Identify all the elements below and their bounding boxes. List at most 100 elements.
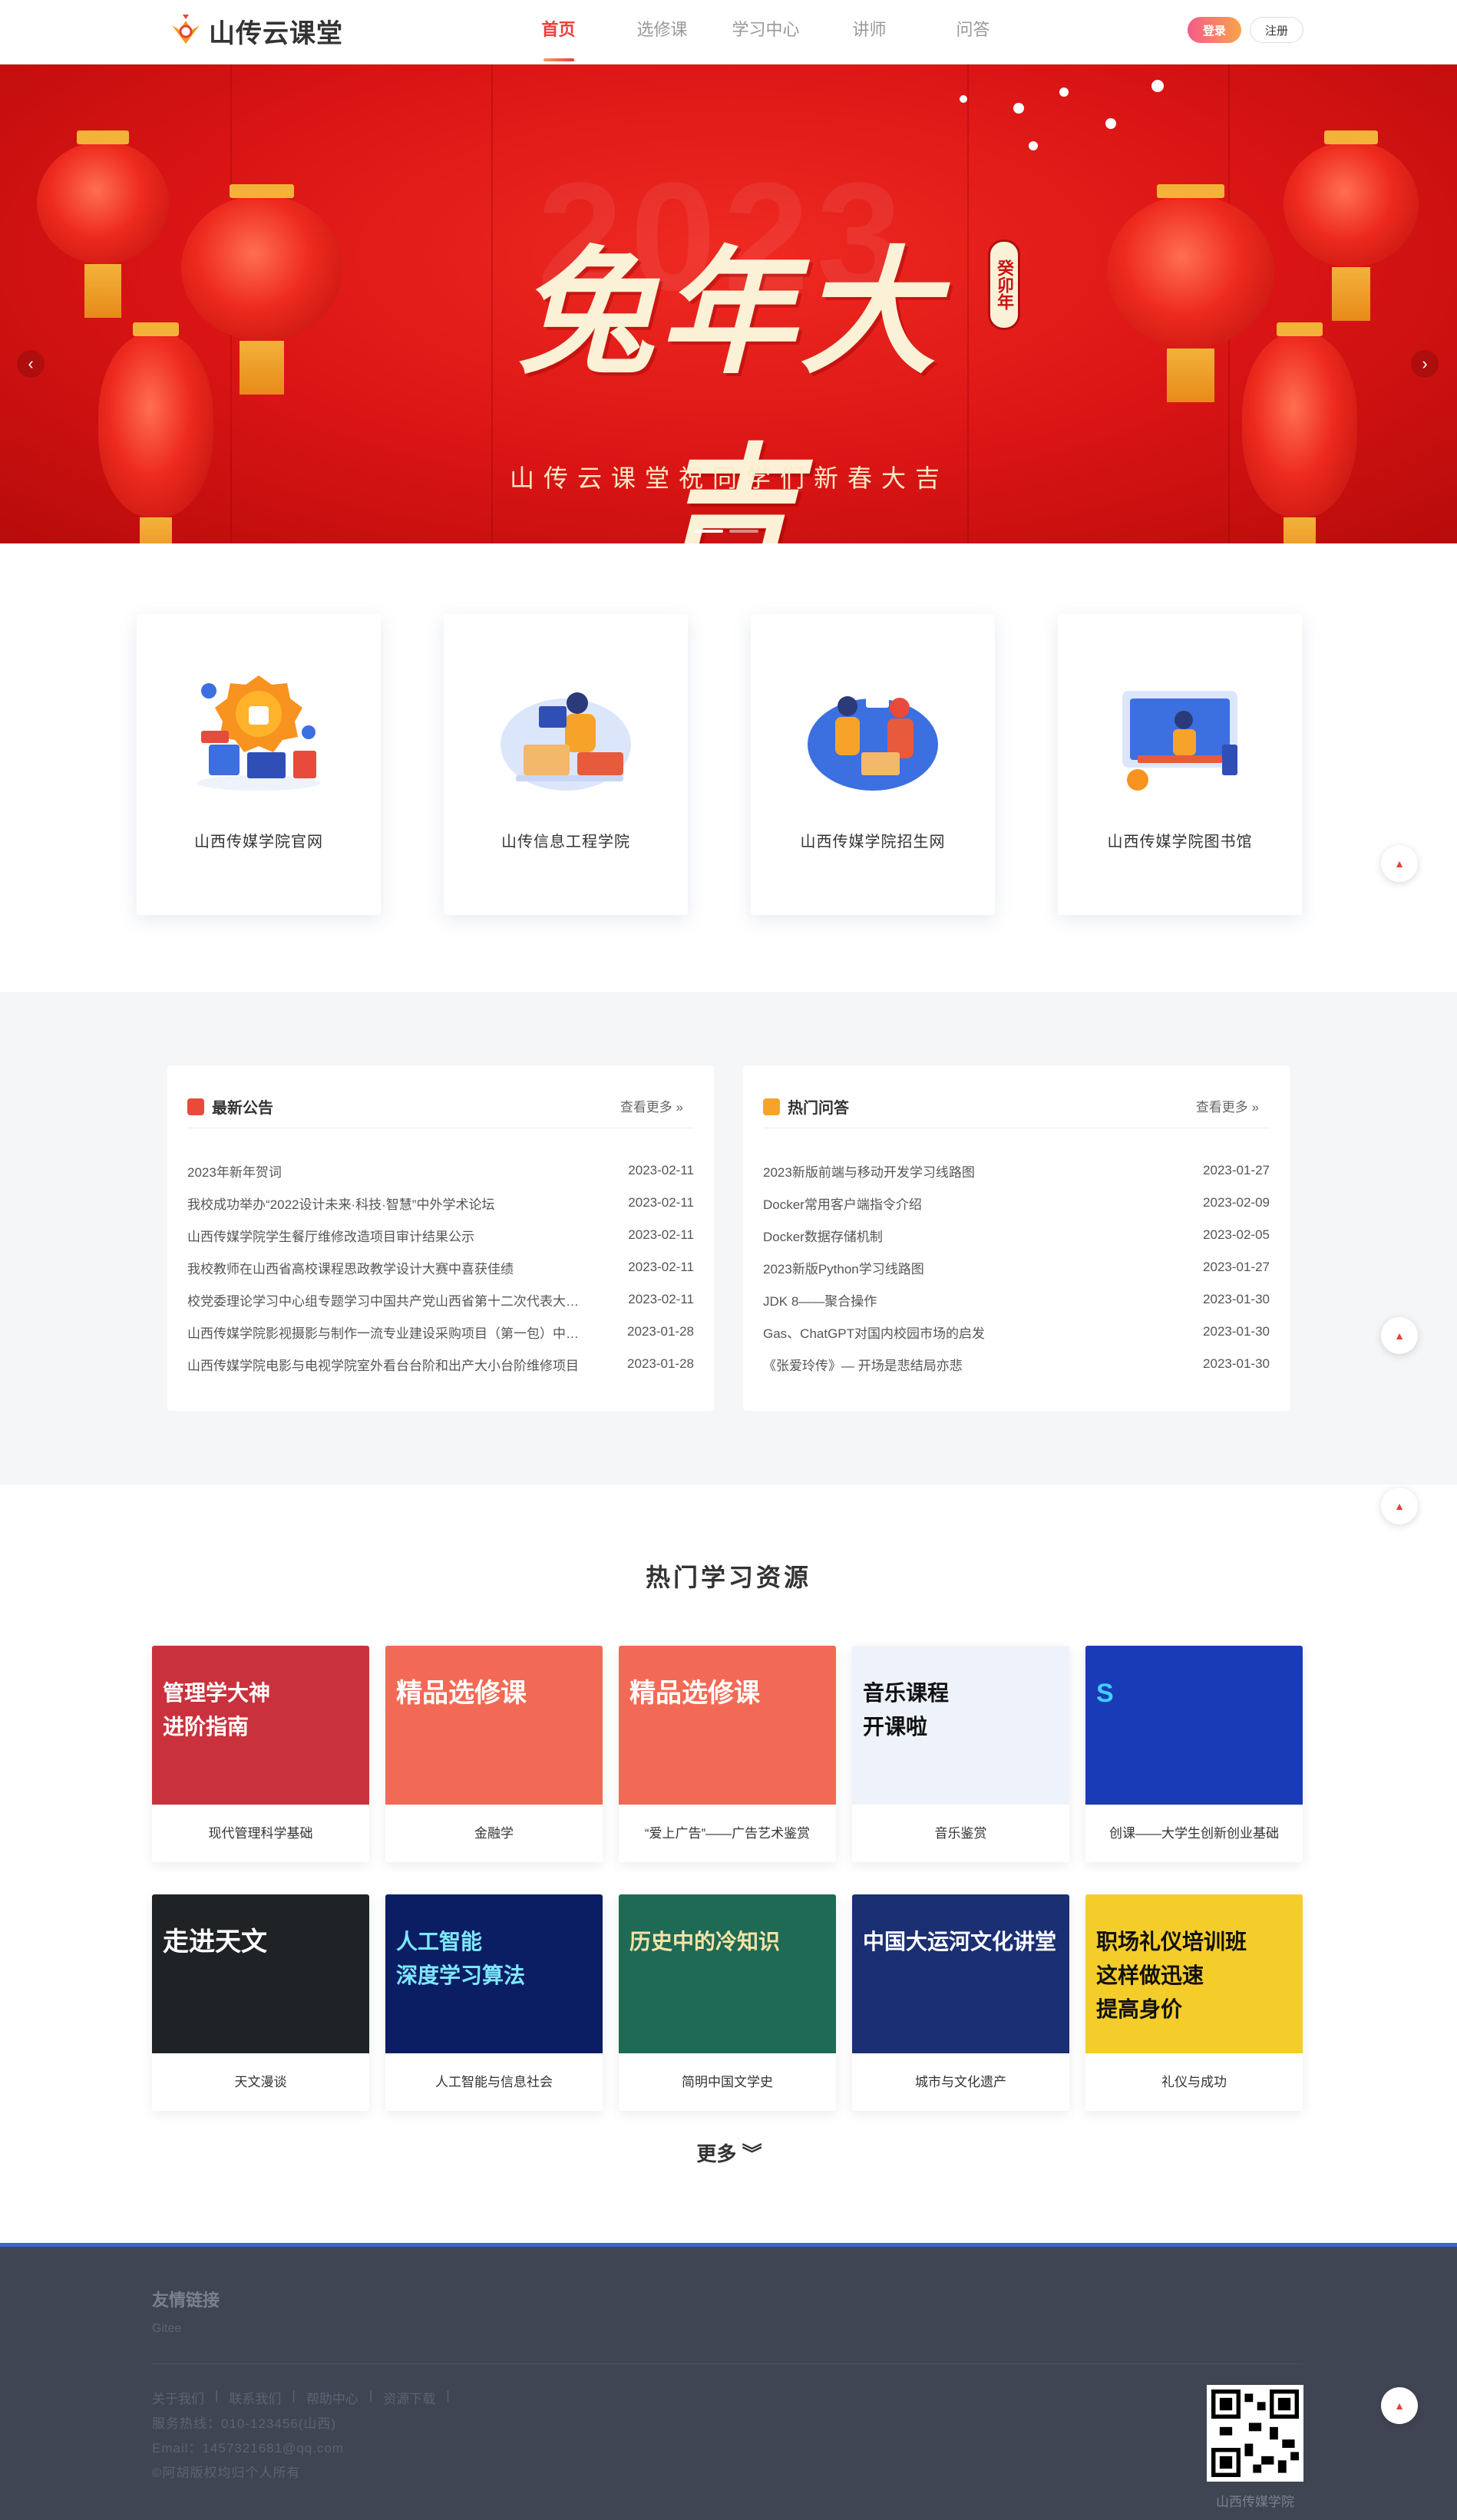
top-header: 山传云课堂 首页 选修课 学习中心 讲师 问答 登录 注册 bbox=[0, 0, 1457, 64]
resource-card[interactable]: 音乐课程 开课啦 音乐鉴赏 bbox=[852, 1646, 1069, 1862]
item-title: 我校成功举办“2022设计未来·科技·智慧”中外学术论坛 bbox=[187, 1197, 495, 1212]
list-item[interactable]: Gas、ChatGPT对国内校园市场的启发 2023-01-30 bbox=[763, 1316, 1270, 1348]
item-date: 2023-01-30 bbox=[1203, 1324, 1270, 1339]
panel-header: 热门问答 查看更多 » bbox=[763, 1085, 1270, 1128]
hot-qa-panel: 热门问答 查看更多 » 2023新版前端与移动开发学习线路图 2023-01-27… bbox=[743, 1065, 1290, 1411]
resource-card[interactable]: 精品选修课 金融学 bbox=[385, 1646, 603, 1862]
register-button[interactable]: 注册 bbox=[1250, 17, 1303, 43]
resource-card[interactable]: 管理学大神 进阶指南 现代管理科学基础 bbox=[152, 1646, 369, 1862]
item-title: 山西传媒学院电影与电视学院室外看台台阶和出产大小台阶维修项目 bbox=[187, 1358, 579, 1373]
resource-card[interactable]: 中国大运河文化讲堂 城市与文化遗产 bbox=[852, 1894, 1069, 2111]
about-link[interactable]: 关于我们 bbox=[152, 2388, 204, 2407]
resource-card[interactable]: 人工智能 深度学习算法人工智能与信息社会 bbox=[385, 1894, 603, 2111]
hero-banner[interactable]: 2023 兔年大吉 癸卯年 山传云课堂祝同学们新春大吉 ‹ › bbox=[0, 64, 1457, 543]
back-to-top-icon[interactable]: ▲ bbox=[1381, 1317, 1418, 1354]
banner-dot[interactable] bbox=[729, 530, 758, 533]
resource-cover: 精品选修课 bbox=[385, 1646, 603, 1805]
resource-card[interactable]: S 创课——大学生创新创业基础 bbox=[1085, 1646, 1303, 1862]
list-item[interactable]: Docker常用客户端指令介绍 2023-02-09 bbox=[763, 1187, 1270, 1219]
nav-home[interactable]: 首页 bbox=[507, 0, 610, 64]
site-footer: 友情链接 Gitee 关于我们 | 联系我们 | 帮助中心 | 资源下载 | 服… bbox=[0, 2243, 1457, 2520]
list-item[interactable]: 山西传媒学院影视摄影与制作一流专业建设采购项目（第一包）中标公告 2023-01-… bbox=[187, 1316, 694, 1348]
item-date: 2023-01-28 bbox=[627, 1324, 694, 1339]
resource-label: 金融学 bbox=[474, 1826, 514, 1841]
banner-prev-icon[interactable]: ‹ bbox=[17, 350, 45, 378]
item-date: 2023-01-27 bbox=[1203, 1260, 1270, 1274]
more-resources-button[interactable]: 更多 ︾ bbox=[676, 2139, 783, 2169]
banner-subtitle: 山传云课堂祝同学们新春大吉 bbox=[509, 464, 949, 492]
blossom-icon bbox=[1029, 141, 1038, 150]
link-card-info-engineering[interactable]: 山传信息工程学院 bbox=[444, 614, 688, 915]
list-item[interactable]: 2023新版前端与移动开发学习线路图 2023-01-27 bbox=[763, 1154, 1270, 1187]
link-label: 山西传媒学院招生网 bbox=[800, 834, 946, 850]
footer-title: 友情链接 bbox=[152, 2290, 220, 2310]
list-item[interactable]: 山西传媒学院电影与电视学院室外看台台阶和出产大小台阶维修项目 2023-01-28 bbox=[187, 1348, 694, 1380]
nav-lecturers[interactable]: 讲师 bbox=[818, 0, 921, 64]
view-more-link[interactable]: 查看更多 » bbox=[1196, 1096, 1259, 1115]
resource-card[interactable]: 精品选修课 “爱上广告”——广告艺术鉴赏 bbox=[619, 1646, 836, 1862]
separator: | bbox=[292, 2388, 296, 2403]
list-item[interactable]: 《张爱玲传》— 开场是悲结局亦悲 2023-01-30 bbox=[763, 1348, 1270, 1380]
help-link[interactable]: 帮助中心 bbox=[306, 2388, 358, 2407]
view-more-link[interactable]: 查看更多 » bbox=[620, 1096, 683, 1115]
download-link[interactable]: 资源下载 bbox=[383, 2388, 435, 2407]
quick-links: 山西传媒学院官网 山传信息工程学院 山西传媒学院招生网 山西传媒学院图书馆 bbox=[137, 614, 1302, 915]
item-title: 《张爱玲传》— 开场是悲结局亦悲 bbox=[763, 1358, 963, 1373]
resource-cover: S bbox=[1085, 1646, 1303, 1805]
banner-next-icon[interactable]: › bbox=[1411, 350, 1439, 378]
gitee-link[interactable]: Gitee bbox=[152, 2322, 181, 2336]
back-to-top-icon[interactable]: ▲ bbox=[1381, 1488, 1418, 1524]
list-item[interactable]: 校党委理论学习中心组专题学习中国共产党山西省第十二次代表大会精神 2023-02-… bbox=[187, 1283, 694, 1316]
resource-card[interactable]: 职场礼仪培训班 这样做迅速 提高身价 礼仪与成功 bbox=[1085, 1894, 1303, 2111]
megaphone-icon bbox=[187, 1098, 204, 1115]
resource-label: 简明中国文学史 bbox=[682, 2075, 773, 2089]
link-card-library[interactable]: 山西传媒学院图书馆 bbox=[1058, 614, 1302, 915]
item-date: 2023-02-11 bbox=[628, 1227, 694, 1242]
list-item[interactable]: Docker数据存储机制 2023-02-05 bbox=[763, 1219, 1270, 1251]
footer-links: 关于我们 | 联系我们 | 帮助中心 | 资源下载 | bbox=[152, 2388, 450, 2407]
cover-text: 音乐课程 开课啦 bbox=[863, 1681, 950, 1739]
announcements-panel: 最新公告 查看更多 » 2023年新年贺词 2023-02-11 我校成功举办“2… bbox=[167, 1065, 714, 1411]
list-item[interactable]: 我校成功举办“2022设计未来·科技·智慧”中外学术论坛 2023-02-11 bbox=[187, 1187, 694, 1219]
site-logo[interactable]: 山传云课堂 bbox=[169, 12, 343, 50]
item-date: 2023-02-05 bbox=[1203, 1227, 1270, 1242]
panel-title: 热门问答 bbox=[788, 1100, 849, 1117]
login-button[interactable]: 登录 bbox=[1188, 17, 1241, 43]
nav-learning-center[interactable]: 学习中心 bbox=[714, 0, 818, 64]
resource-label: 创课——大学生创新创业基础 bbox=[1109, 1826, 1279, 1841]
item-date: 2023-02-09 bbox=[1203, 1195, 1270, 1210]
separator: | bbox=[368, 2388, 373, 2403]
nav-qa[interactable]: 问答 bbox=[921, 0, 1025, 64]
student-laptop-icon bbox=[501, 692, 631, 791]
promo-badge-icon bbox=[197, 675, 320, 791]
list-item[interactable]: 2023年新年贺词 2023-02-11 bbox=[187, 1154, 694, 1187]
contact-link[interactable]: 联系我们 bbox=[229, 2388, 281, 2407]
link-card-official-site[interactable]: 山西传媒学院官网 bbox=[137, 614, 381, 915]
resource-card[interactable]: 历史中的冷知识 简明中国文学史 bbox=[619, 1894, 836, 2111]
blossom-icon bbox=[960, 95, 967, 103]
logo-text: 山传云课堂 bbox=[209, 19, 343, 48]
cover-text: 职场礼仪培训班 这样做迅速 提高身价 bbox=[1096, 1930, 1247, 2021]
main-nav: 首页 选修课 学习中心 讲师 问答 bbox=[507, 0, 1025, 64]
back-to-top-icon[interactable]: ▲ bbox=[1381, 845, 1418, 882]
item-date: 2023-01-27 bbox=[1203, 1163, 1270, 1177]
list-item[interactable]: 2023新版Python学习线路图 2023-01-27 bbox=[763, 1251, 1270, 1283]
item-title: Gas、ChatGPT对国内校园市场的启发 bbox=[763, 1326, 986, 1341]
back-to-top-icon[interactable]: ▲ bbox=[1381, 2387, 1418, 2424]
link-card-admissions[interactable]: 山西传媒学院招生网 bbox=[751, 614, 995, 915]
lantern-icon bbox=[1284, 130, 1419, 321]
list-item[interactable]: 山西传媒学院学生餐厅维修改造项目审计结果公示 2023-02-11 bbox=[187, 1219, 694, 1251]
item-date: 2023-02-11 bbox=[628, 1195, 694, 1210]
banner-pagination bbox=[694, 530, 758, 533]
resource-label: 城市与文化遗产 bbox=[915, 2075, 1006, 2089]
resource-card[interactable]: 走进天文 天文漫谈 bbox=[152, 1894, 369, 2111]
library-desk-icon bbox=[1122, 691, 1237, 791]
item-title: Docker常用客户端指令介绍 bbox=[763, 1197, 922, 1212]
resource-cover: 人工智能 深度学习算法 bbox=[385, 1894, 603, 2053]
list-item[interactable]: JDK 8——聚合操作 2023-01-30 bbox=[763, 1283, 1270, 1316]
list-item[interactable]: 我校教师在山西省高校课程思政教学设计大赛中喜获佳绩 2023-02-11 bbox=[187, 1251, 694, 1283]
panel-title: 最新公告 bbox=[212, 1100, 273, 1117]
resource-label: 人工智能与信息社会 bbox=[435, 2075, 553, 2089]
banner-dot[interactable] bbox=[694, 530, 723, 533]
nav-electives[interactable]: 选修课 bbox=[610, 0, 714, 64]
